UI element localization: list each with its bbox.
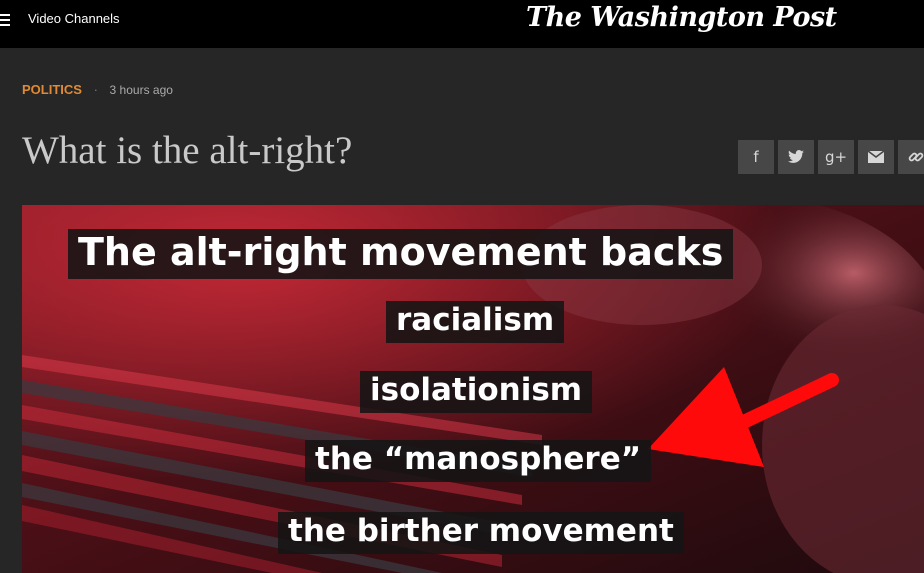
email-share-icon[interactable] xyxy=(858,140,894,174)
meta-separator: · xyxy=(93,82,98,97)
envelope-icon xyxy=(868,151,884,163)
article-meta: POLITICS · 3 hours ago xyxy=(22,82,173,97)
facebook-share-icon[interactable]: f xyxy=(738,140,774,174)
video-caption-5: the birther movement xyxy=(278,512,684,554)
washington-post-logo[interactable]: The Washington Post xyxy=(526,2,837,33)
video-caption-2: racialism xyxy=(386,301,565,343)
hamburger-menu-icon[interactable] xyxy=(0,12,14,28)
twitter-bird-icon xyxy=(788,150,804,163)
video-caption-3: isolationism xyxy=(360,371,593,413)
video-caption-4: the “manosphere” xyxy=(305,440,652,482)
chain-link-icon xyxy=(908,152,924,162)
video-player[interactable]: The alt-right movement backs racialism i… xyxy=(22,205,924,573)
section-kicker[interactable]: POLITICS xyxy=(22,82,82,97)
video-caption-1: The alt-right movement backs xyxy=(68,229,734,279)
video-channels-link[interactable]: Video Channels xyxy=(28,11,120,26)
twitter-share-icon[interactable] xyxy=(778,140,814,174)
page-title: What is the alt-right? xyxy=(22,129,353,172)
share-bar: f g+ xyxy=(738,140,924,174)
timestamp: 3 hours ago xyxy=(109,83,173,97)
googleplus-share-icon[interactable]: g+ xyxy=(818,140,854,174)
top-bar: Video Channels The Washington Post xyxy=(0,0,924,48)
link-share-icon[interactable] xyxy=(898,140,924,174)
